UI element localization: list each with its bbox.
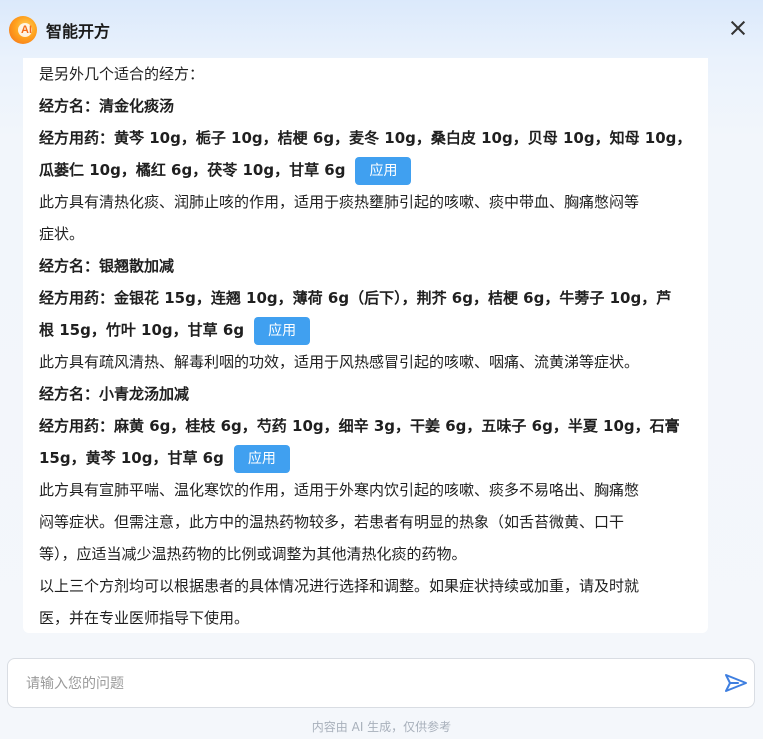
line-text: 症状。: [39, 225, 85, 243]
line-text: 此方具有清热化痰、润肺止咳的作用，适用于痰热壅肺引起的咳嗽、痰中带血、胸痛憋闷等: [39, 193, 640, 211]
question-input[interactable]: [24, 671, 708, 697]
line-text: 经方名：清金化痰汤: [39, 97, 175, 115]
formula-line: 经方用药：麻黄 6g，桂枝 6g，芍药 10g，细辛 3g，干姜 6g，五味子 …: [39, 410, 699, 442]
line-text: 经方用药：金银花 15g，连翘 10g，薄荷 6g（后下），荆芥 6g，桔梗 6…: [39, 289, 672, 307]
formula-line: 瓜蒌仁 10g，橘红 6g，茯苓 10g，甘草 6g 应用: [39, 154, 699, 186]
question-input-box[interactable]: [7, 658, 755, 708]
line-text: 经方名：小青龙汤加减: [39, 385, 190, 403]
response-content: 是另外几个适合的经方： 经方名：清金化痰汤经方用药：黄芩 10g，栀子 10g，桔…: [39, 58, 699, 634]
apply-button[interactable]: 应用: [355, 156, 412, 185]
ai-disclaimer: 内容由 AI 生成，仅供参考: [311, 720, 452, 734]
description-line: 是另外几个适合的经方：: [39, 58, 699, 90]
close-icon[interactable]: [728, 18, 748, 38]
line-text: 是另外几个适合的经方：: [39, 65, 205, 83]
line-text: 此方具有宣肺平喘、温化寒饮的作用，适用于外寒内饮引起的咳嗽、痰多不易咯出、胸痛憋: [39, 481, 640, 499]
line-text: 经方用药：黄芩 10g，栀子 10g，桔梗 6g，麦冬 10g，桑白皮 10g，…: [39, 129, 692, 147]
apply-button[interactable]: 应用: [254, 316, 311, 345]
logo-text: AI: [21, 24, 32, 36]
line-text: 15g，黄芩 10g，甘草 6g: [39, 449, 224, 467]
formula-line: 经方用药：金银花 15g，连翘 10g，薄荷 6g（后下），荆芥 6g，桔梗 6…: [39, 282, 699, 314]
formula-line: 经方名：清金化痰汤: [39, 90, 699, 122]
app-header: AI 智能开方: [0, 0, 763, 58]
line-text: 以上三个方剂均可以根据患者的具体情况进行选择和调整。如果症状持续或加重，请及时就: [39, 577, 640, 595]
line-text: 等），应适当减少温热药物的比例或调整为其他清热化痰的药物。: [39, 545, 467, 563]
line-text: 此方具有疏风清热、解毒利咽的功效，适用于风热感冒引起的咳嗽、咽痛、流黄涕等症状。: [39, 353, 640, 371]
formula-line: 经方用药：黄芩 10g，栀子 10g，桔梗 6g，麦冬 10g，桑白皮 10g，…: [39, 122, 699, 154]
formula-line: 经方名：银翘散加减: [39, 250, 699, 282]
chat-response-card: 是另外几个适合的经方： 经方名：清金化痰汤经方用药：黄芩 10g，栀子 10g，桔…: [23, 58, 708, 633]
formula-line: 15g，黄芩 10g，甘草 6g 应用: [39, 442, 699, 474]
send-icon[interactable]: [724, 672, 748, 694]
description-line: 此方具有疏风清热、解毒利咽的功效，适用于风热感冒引起的咳嗽、咽痛、流黄涕等症状。: [39, 346, 699, 378]
description-line: 闷等症状。但需注意，此方中的温热药物较多，若患者有明显的热象（如舌苔微黄、口干: [39, 506, 699, 538]
description-line: 等），应适当减少温热药物的比例或调整为其他清热化痰的药物。: [39, 538, 699, 570]
apply-button[interactable]: 应用: [233, 444, 290, 473]
line-text: 根 15g，竹叶 10g，甘草 6g: [39, 321, 245, 339]
formula-line: 经方名：小青龙汤加减: [39, 378, 699, 410]
app-title: 智能开方: [46, 22, 111, 41]
description-line: 以上三个方剂均可以根据患者的具体情况进行选择和调整。如果症状持续或加重，请及时就: [39, 570, 699, 602]
line-text: 瓜蒌仁 10g，橘红 6g，茯苓 10g，甘草 6g: [39, 161, 346, 179]
line-text: 医，并在专业医师指导下使用。: [39, 609, 250, 627]
description-line: 此方具有宣肺平喘、温化寒饮的作用，适用于外寒内饮引起的咳嗽、痰多不易咯出、胸痛憋: [39, 474, 699, 506]
description-line: 此方具有清热化痰、润肺止咳的作用，适用于痰热壅肺引起的咳嗽、痰中带血、胸痛憋闷等: [39, 186, 699, 218]
line-text: 经方用药：麻黄 6g，桂枝 6g，芍药 10g，细辛 3g，干姜 6g，五味子 …: [39, 417, 680, 435]
description-line: 症状。: [39, 218, 699, 250]
line-text: 闷等症状。但需注意，此方中的温热药物较多，若患者有明显的热象（如舌苔微黄、口干: [39, 513, 625, 531]
logo-icon: AI: [9, 16, 37, 44]
formula-line: 根 15g，竹叶 10g，甘草 6g 应用: [39, 314, 699, 346]
description-line: 医，并在专业医师指导下使用。: [39, 602, 699, 634]
line-text: 经方名：银翘散加减: [39, 257, 175, 275]
